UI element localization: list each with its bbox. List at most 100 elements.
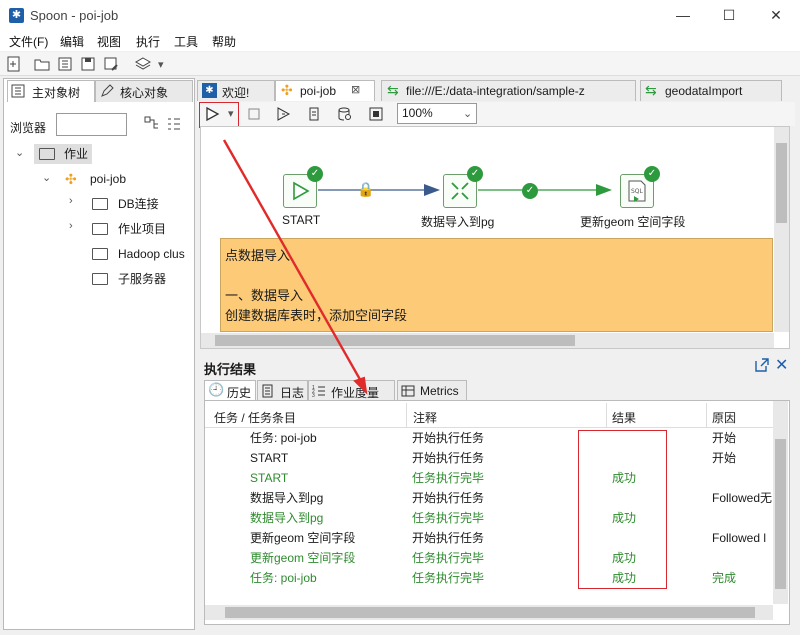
header-reason[interactable]: 原因 xyxy=(712,409,736,426)
tree-job-entries[interactable]: 作业项目 xyxy=(118,219,166,239)
table-row-task[interactable]: 数据导入到pg xyxy=(250,508,323,528)
left-panel xyxy=(3,78,195,630)
column-divider xyxy=(406,403,407,427)
collapse-all-icon[interactable] xyxy=(166,116,182,132)
header-comment[interactable]: 注释 xyxy=(413,409,437,426)
menu-help[interactable]: 帮助 xyxy=(212,33,236,50)
job-icon: ✣ xyxy=(281,82,293,98)
table-row-comment[interactable]: 开始执行任务 xyxy=(412,428,484,448)
table-row-comment[interactable]: 任务执行完毕 xyxy=(412,468,484,488)
table-row-task[interactable]: 更新geom 空间字段 xyxy=(250,548,355,568)
tab-label: file:///E:/data-integration/sample-z xyxy=(406,84,585,98)
node-label-import: 数据导入到pg xyxy=(421,215,495,229)
maximize-button[interactable]: ☐ xyxy=(706,0,752,31)
show-results-icon[interactable] xyxy=(368,106,384,122)
tab-label: geodataImport xyxy=(665,84,743,98)
table-row-task[interactable]: START xyxy=(250,448,288,468)
hop-success-check-icon: ✓ xyxy=(522,183,538,199)
folder-icon xyxy=(92,248,108,260)
save-as-icon[interactable] xyxy=(102,55,120,73)
canvas-scrollbar-horizontal[interactable] xyxy=(201,333,774,348)
table-row-reason[interactable] xyxy=(712,468,772,488)
run-options-icon[interactable] xyxy=(275,106,291,122)
expand-all-icon[interactable] xyxy=(144,116,160,132)
table-row-task[interactable]: START xyxy=(250,468,288,488)
menu-view[interactable]: 视图 xyxy=(97,33,121,50)
results-scrollbar-vertical[interactable] xyxy=(773,401,788,604)
table-row-task[interactable]: 更新geom 空间字段 xyxy=(250,528,355,548)
open-file-icon[interactable] xyxy=(33,55,51,73)
sql-script-icon[interactable] xyxy=(306,106,322,122)
result-highlight-box xyxy=(578,430,667,589)
expand-chevron-icon[interactable]: › xyxy=(69,195,73,207)
tab-label: poi-job xyxy=(300,84,337,98)
node-label-geom: 更新geom 空间字段 xyxy=(580,215,686,229)
tree-job-poi[interactable]: poi-job xyxy=(90,169,126,189)
table-row-reason[interactable]: 开始 xyxy=(712,448,772,468)
zoom-value: 100% xyxy=(402,106,433,120)
tab-geodataimport[interactable]: geodataImport xyxy=(640,80,782,101)
hop-import-to-geom[interactable] xyxy=(478,176,620,204)
close-results-icon[interactable]: ✕ xyxy=(775,355,788,375)
table-row-comment[interactable]: 开始执行任务 xyxy=(412,528,484,548)
save-icon[interactable] xyxy=(79,55,97,73)
chevron-down-icon[interactable]: ⌄ xyxy=(463,107,472,120)
explore-db-icon[interactable] xyxy=(337,106,353,122)
tab-label: Metrics xyxy=(420,384,459,398)
canvas-scrollbar-vertical[interactable] xyxy=(774,127,789,332)
stop-icon[interactable] xyxy=(246,106,262,122)
browser-search-input[interactable] xyxy=(56,113,127,136)
results-scrollbar-horizontal[interactable] xyxy=(205,605,773,620)
table-row-task[interactable]: 数据导入到pg xyxy=(250,488,323,508)
node-label-start: START xyxy=(282,213,321,227)
close-button[interactable]: ✕ xyxy=(753,0,799,31)
header-task[interactable]: 任务 / 任务条目 xyxy=(214,409,296,426)
close-tab-icon[interactable]: ⊠ xyxy=(351,83,360,96)
table-row-reason[interactable]: 开始 xyxy=(712,428,772,448)
tree-root-jobs[interactable]: 作业 xyxy=(64,144,88,164)
tree-db-connections[interactable]: DB连接 xyxy=(118,194,159,214)
tree-hadoop-clusters[interactable]: Hadoop clus xyxy=(118,244,192,264)
header-result[interactable]: 结果 xyxy=(612,409,636,426)
collapse-chevron-icon[interactable]: ⌄ xyxy=(15,146,24,159)
layers-icon[interactable] xyxy=(134,55,152,73)
table-row-comment[interactable]: 任务执行完毕 xyxy=(412,568,484,588)
log-icon xyxy=(262,384,273,398)
table-row-reason[interactable] xyxy=(712,548,772,568)
lock-icon: 🔒 xyxy=(357,181,375,197)
folder-icon xyxy=(39,148,55,160)
table-row-comment[interactable]: 开始执行任务 xyxy=(412,488,484,508)
menu-file[interactable]: 文件(F) xyxy=(9,33,48,50)
table-row-comment[interactable]: 任务执行完毕 xyxy=(412,508,484,528)
minimize-button[interactable]: — xyxy=(660,0,706,31)
new-file-icon[interactable] xyxy=(5,55,23,73)
tree-slave-servers[interactable]: 子服务器 xyxy=(118,269,166,289)
main-toolbar xyxy=(0,52,800,76)
collapse-chevron-icon[interactable]: ⌄ xyxy=(42,171,51,184)
menu-tools[interactable]: 工具 xyxy=(174,33,198,50)
column-divider xyxy=(606,403,607,427)
hop-start-to-import[interactable] xyxy=(318,176,448,204)
run-highlight-box xyxy=(199,102,239,128)
table-row-reason[interactable]: Followed无 xyxy=(712,488,772,508)
table-row-reason[interactable]: Followed l xyxy=(712,528,772,548)
popout-icon[interactable] xyxy=(754,357,770,373)
table-row-reason[interactable] xyxy=(712,508,772,528)
explore-repository-icon[interactable] xyxy=(56,55,74,73)
table-row-reason[interactable]: 完成 xyxy=(712,568,772,588)
folder-icon xyxy=(92,273,108,285)
spoon-app-icon: ✱ xyxy=(9,8,24,23)
menu-edit[interactable]: 编辑 xyxy=(60,33,84,50)
table-row-task[interactable]: 任务: poi-job xyxy=(250,568,317,588)
expand-chevron-icon[interactable]: › xyxy=(69,220,73,232)
menu-run[interactable]: 执行 xyxy=(136,33,160,50)
folder-icon xyxy=(92,198,108,210)
table-row-comment[interactable]: 开始执行任务 xyxy=(412,448,484,468)
table-row-task[interactable]: 任务: poi-job xyxy=(250,428,317,448)
table-row-comment[interactable]: 任务执行完毕 xyxy=(412,548,484,568)
tab-sample-file[interactable]: file:///E:/data-integration/sample-z xyxy=(381,80,636,101)
svg-text:3: 3 xyxy=(312,393,315,398)
layers-dropdown-icon[interactable]: ▾ xyxy=(158,58,164,71)
column-divider xyxy=(706,403,707,427)
job-note[interactable]: 点数据导入 一、数据导入 创建数据库表时，添加空间字段 geom geometr… xyxy=(220,238,773,332)
